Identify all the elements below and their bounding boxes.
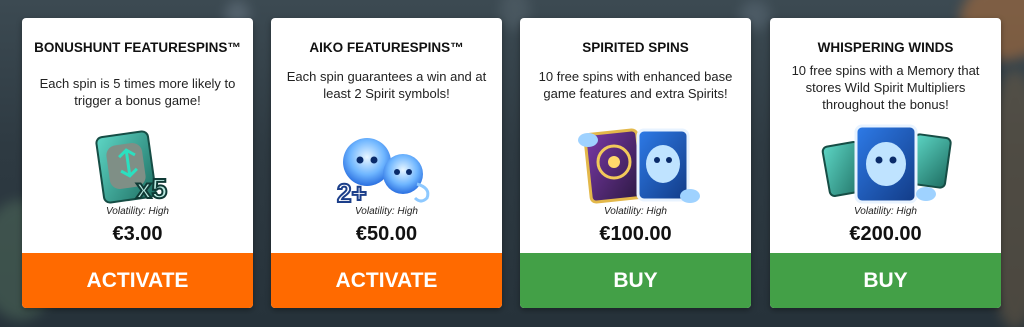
feature-buy-panel: BONUSHUNT FEATURESPINS™ Each spin is 5 t… [0, 0, 1024, 327]
activate-button[interactable]: ACTIVATE [271, 253, 502, 308]
volatility-label: Volatility: High [604, 206, 667, 217]
count-label: 2+ [337, 178, 367, 208]
rune-stone-x5-icon: x5 [94, 130, 168, 205]
price-label: €50.00 [355, 223, 418, 245]
card-description: Each spin guarantees a win and at least … [286, 69, 487, 101]
multiplier-label: x5 [136, 173, 167, 204]
volatility-label: Volatility: High [106, 206, 169, 217]
buy-button[interactable]: BUY [520, 253, 751, 308]
blue-spirits-icon: 2+ [336, 138, 429, 209]
price-label: €200.00 [849, 223, 922, 245]
volatility-label: Volatility: High [854, 206, 917, 217]
price-label: €3.00 [112, 223, 163, 245]
spirit-cards-icon [577, 128, 700, 204]
price-label: €100.00 [599, 223, 672, 245]
volatility-label: Volatility: High [355, 206, 418, 217]
card-title: SPIRITED SPINS [582, 40, 689, 55]
card-description: 10 free spins with enhanced base game fe… [538, 69, 733, 101]
card-title: AIKO FEATURESPINS™ [309, 40, 464, 55]
card-description: 10 free spins with a Memory that stores … [791, 63, 980, 112]
feature-card-spirited-spins: SPIRITED SPINS 10 free spins with enhanc… [520, 18, 751, 308]
feature-card-bonushunt: BONUSHUNT FEATURESPINS™ Each spin is 5 t… [22, 18, 253, 308]
spirit-rune-cards-icon [821, 124, 952, 204]
activate-button[interactable]: ACTIVATE [22, 253, 253, 308]
card-description: Each spin is 5 times more likely to trig… [39, 76, 236, 108]
card-title: BONUSHUNT FEATURESPINS™ [34, 40, 241, 55]
feature-card-aiko: AIKO FEATURESPINS™ Each spin guarantees … [271, 18, 502, 308]
card-title: WHISPERING WINDS [817, 40, 954, 55]
buy-button[interactable]: BUY [770, 253, 1001, 308]
feature-card-whispering-winds: WHISPERING WINDS 10 free spins with a Me… [770, 18, 1001, 308]
